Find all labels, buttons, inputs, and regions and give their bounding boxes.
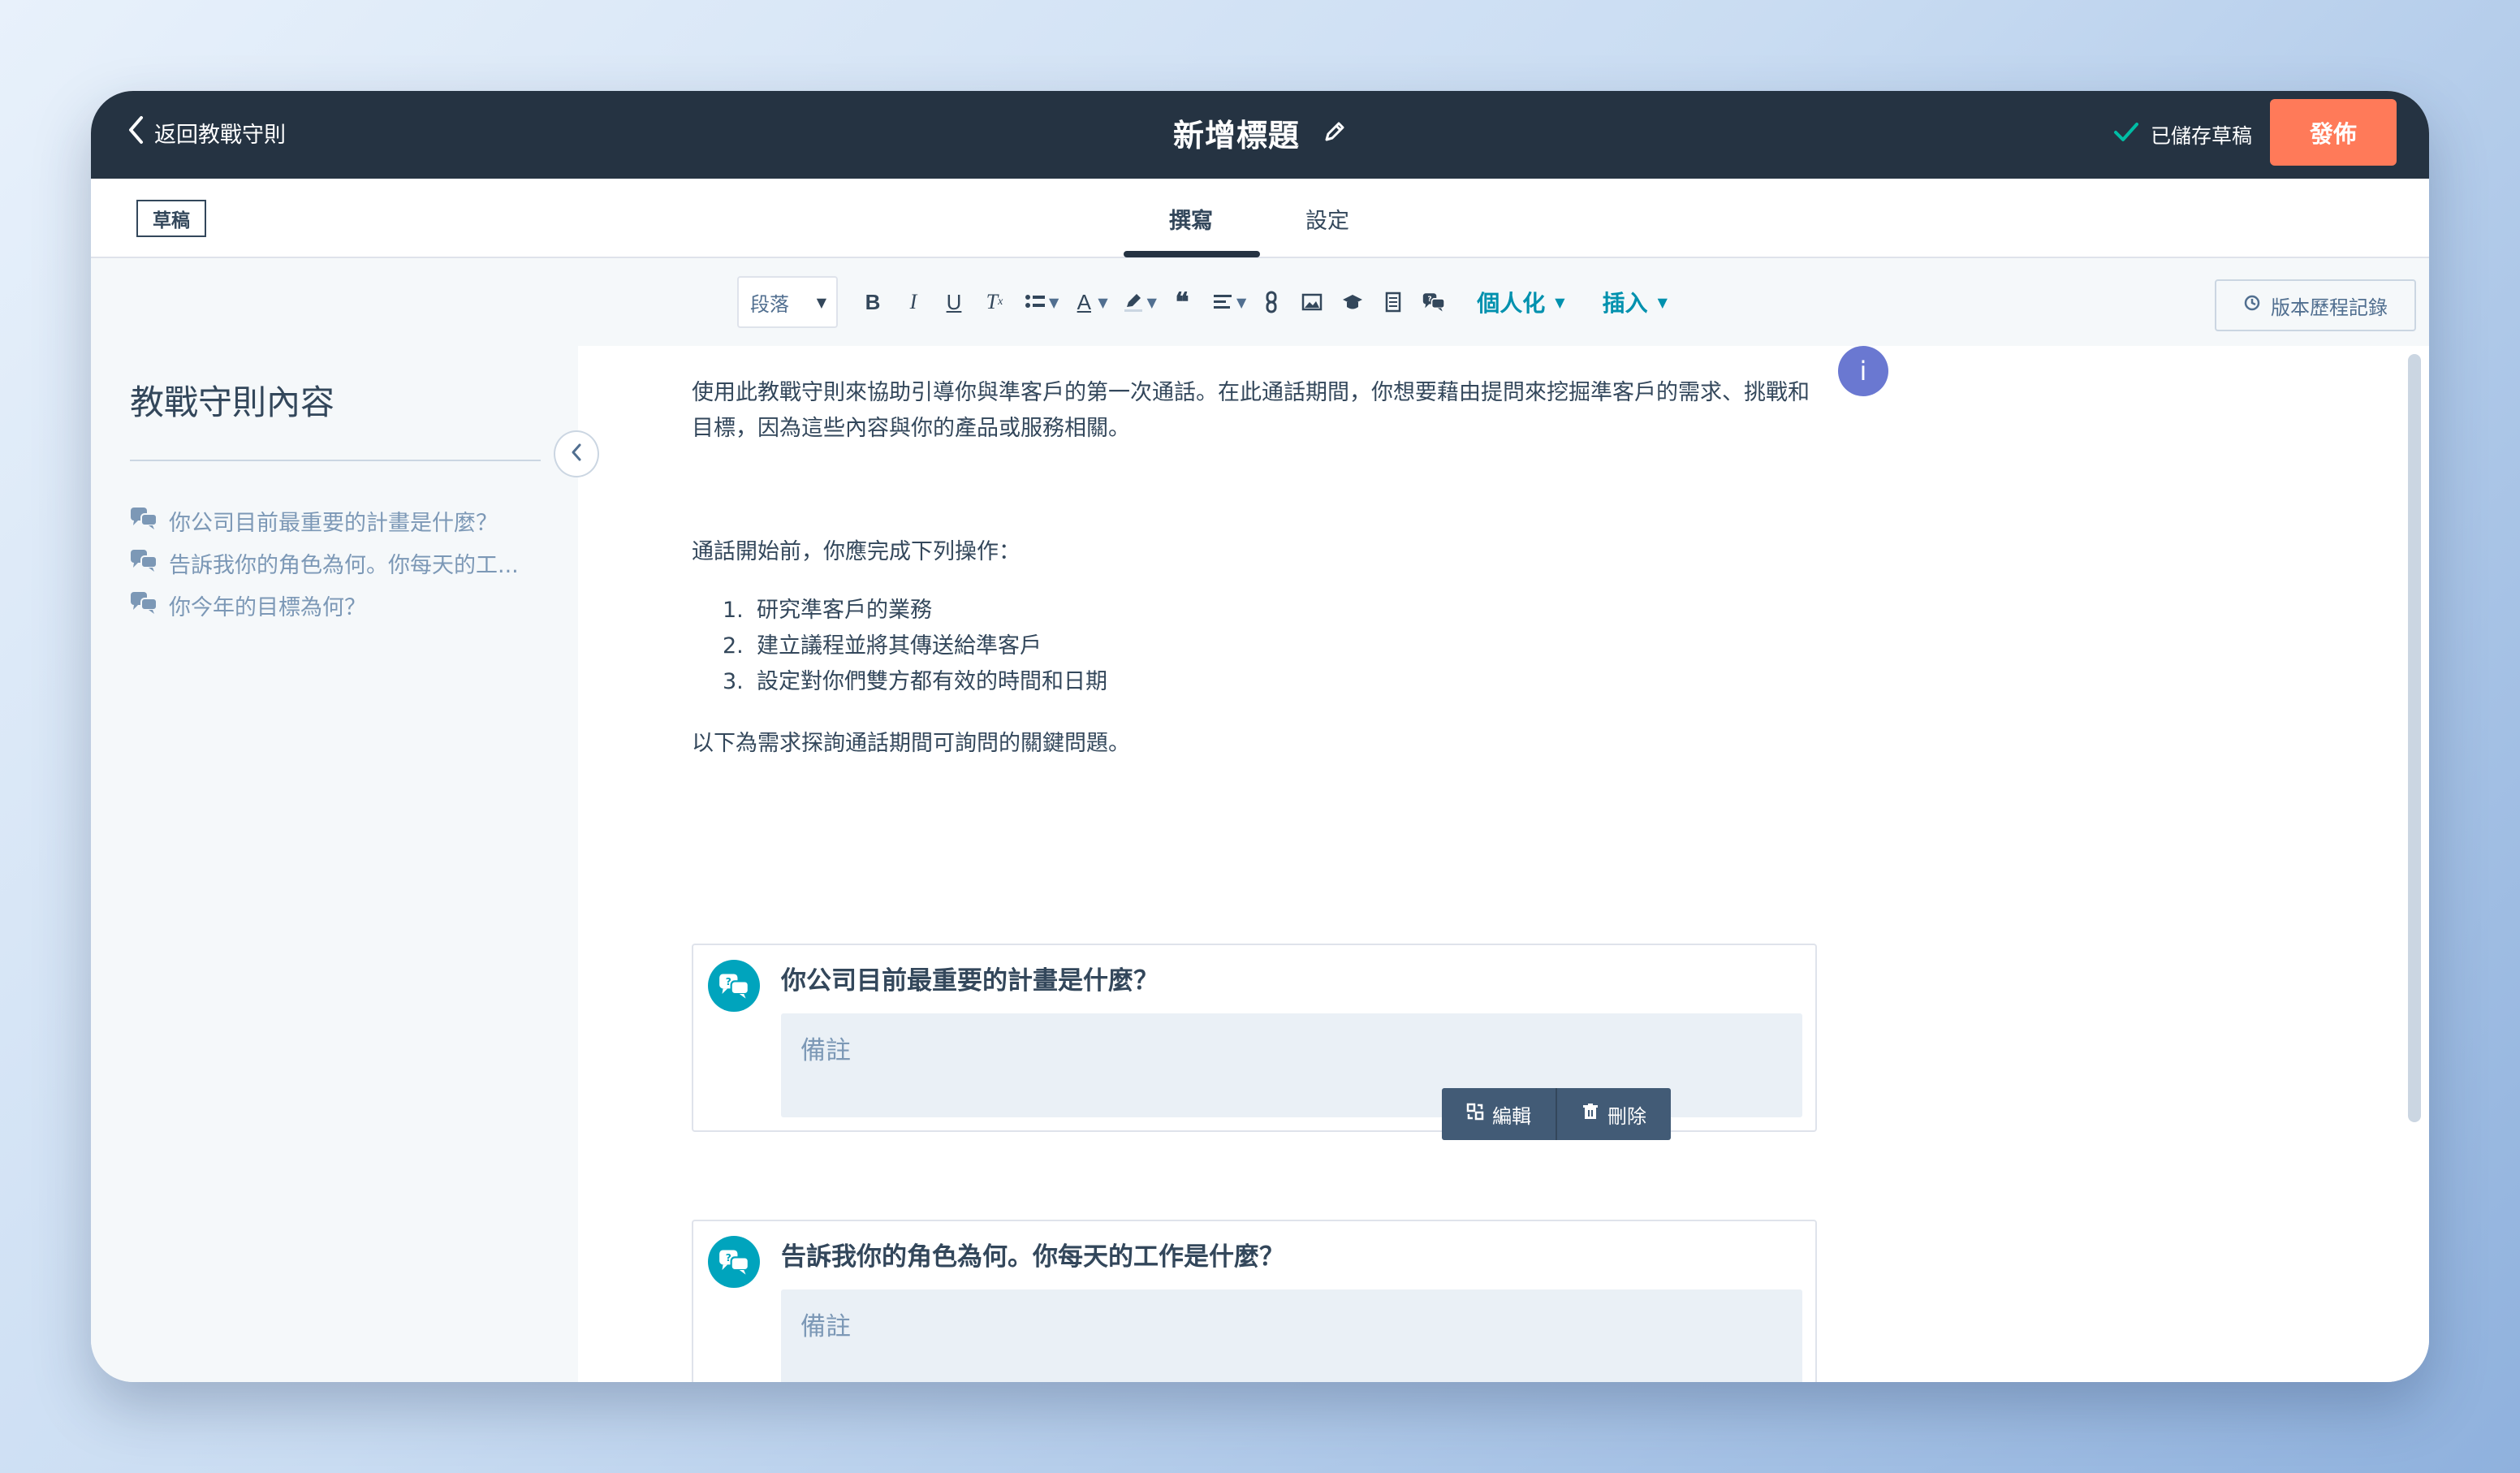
insert-menu[interactable]: 插入 ▼	[1603, 286, 1668, 318]
question-chat-icon	[130, 506, 158, 536]
caret-down-icon[interactable]: ▼	[1049, 295, 1059, 310]
delete-label: 刪除	[1607, 1104, 1646, 1128]
intro-paragraph: 使用此教戰守則來協助引導你與準客戶的第一次通話。在此通話期間，你想要藉由提問來挖…	[692, 380, 1810, 441]
app-window: 返回教戰守則 新增標題 已儲存草稿 發佈 草稿 撰寫 設定 段落 ▼ B I U…	[91, 91, 2429, 1382]
insert-label: 插入	[1602, 290, 1648, 317]
chevron-left-icon	[570, 443, 583, 465]
question-chat-icon	[130, 548, 158, 578]
paragraph-style-value: 段落	[750, 292, 789, 316]
sidebar-item-label: 告訴我你的角色為何。你每天的工...	[169, 553, 519, 578]
rich-text-toolbar: 段落 ▼ B I U Tx ▼ A ▼ ▼ ❝ ▼ ? 個人化 ▼ 插入 ▼	[737, 276, 1668, 328]
pencil-icon[interactable]	[1323, 119, 1347, 147]
playbook-outline-sidebar: 教戰守則內容 你公司目前最重要的計畫是什麼？ 告訴我你的角色為何。你每天的工..…	[91, 346, 578, 1382]
caret-down-icon: ▼	[1555, 294, 1565, 310]
underline-icon[interactable]: U	[934, 282, 974, 322]
graduation-cap-icon[interactable]	[1332, 282, 1373, 322]
sidebar-item-label: 你今年的目標為何？	[169, 595, 366, 620]
link-icon[interactable]	[1251, 282, 1292, 322]
svg-text:?: ?	[1428, 296, 1432, 304]
key-questions-paragraph: 以下為需求探詢通話期間可詢問的關鍵問題。	[692, 731, 1130, 756]
info-icon[interactable]: i	[1838, 346, 1888, 396]
tab-write[interactable]: 撰寫	[1169, 203, 1213, 235]
editor-canvas[interactable]: i 使用此教戰守則來協助引導你與準客戶的第一次通話。在此通話期間，你想要藉由提問…	[578, 346, 2429, 1382]
notes-field[interactable]: 備註	[781, 1289, 1802, 1382]
publish-button[interactable]: 發佈	[2270, 99, 2397, 166]
list-text: 建立議程並將其傳送給準客戶	[757, 633, 1042, 659]
question-card[interactable]: ? 告訴我你的角色為何。你每天的工作是什麼？ 備註	[692, 1220, 1817, 1382]
paragraph-style-select[interactable]: 段落 ▼	[737, 276, 838, 328]
steps-list: 1. 研究準客戶的業務 2. 建立議程並將其傳送給準客戶 3. 設定對你們雙方都…	[692, 593, 1815, 700]
page-title[interactable]: 新增標題	[1173, 110, 1300, 155]
delete-button[interactable]: 刪除	[1556, 1088, 1671, 1140]
list-number: 2.	[723, 633, 744, 659]
editor-content[interactable]: 使用此教戰守則來協助引導你與準客戶的第一次通話。在此通話期間，你想要藉由提問來挖…	[692, 375, 1815, 762]
question-chat-icon	[130, 590, 158, 620]
top-bar: 返回教戰守則 新增標題 已儲存草稿 發佈	[91, 91, 2429, 179]
sidebar-divider	[130, 460, 541, 461]
question-actions-toolbar: 編輯 刪除	[1442, 1088, 1671, 1140]
sidebar-item-label: 你公司目前最重要的計畫是什麼？	[169, 511, 498, 536]
edit-label: 編輯	[1492, 1104, 1531, 1128]
caret-down-icon: ▼	[816, 294, 826, 310]
personalize-menu[interactable]: 個人化 ▼	[1477, 286, 1564, 318]
tab-settings[interactable]: 設定	[1305, 203, 1349, 235]
edit-icon	[1466, 1103, 1484, 1125]
status-badge: 草稿	[136, 200, 206, 237]
list-item: 2. 建立議程並將其傳送給準客戶	[692, 629, 1815, 664]
before-call-paragraph: 通話開始前，你應完成下列操作：	[692, 539, 1021, 564]
save-status: 已儲存草稿	[2113, 120, 2252, 149]
svg-text:?: ?	[726, 1252, 731, 1263]
question-chat-icon: ?	[708, 1236, 760, 1288]
version-history-label: 版本歷程記錄	[2271, 296, 2388, 319]
save-status-label: 已儲存草稿	[2150, 124, 2252, 148]
italic-icon[interactable]: I	[893, 282, 934, 322]
version-history-button[interactable]: 版本歷程記錄	[2215, 279, 2416, 331]
sidebar-item-question-2[interactable]: 告訴我你的角色為何。你每天的工...	[130, 547, 519, 579]
tab-bar: 草稿 撰寫 設定	[91, 179, 2429, 258]
sidebar-item-question-3[interactable]: 你今年的目標為何？	[130, 590, 366, 621]
list-number: 3.	[723, 669, 744, 694]
image-icon[interactable]	[1292, 282, 1332, 322]
sidebar-item-question-1[interactable]: 你公司目前最重要的計畫是什麼？	[130, 505, 498, 537]
edit-button[interactable]: 編輯	[1442, 1088, 1556, 1140]
question-chat-icon[interactable]: ?	[1413, 282, 1454, 322]
list-item: 3. 設定對你們雙方都有效的時間和日期	[692, 664, 1815, 700]
blockquote-icon[interactable]: ❝	[1162, 282, 1202, 322]
active-tab-indicator	[1124, 251, 1260, 257]
question-chat-icon: ?	[708, 960, 760, 1012]
caret-down-icon[interactable]: ▼	[1098, 295, 1107, 310]
personalize-label: 個人化	[1477, 290, 1546, 317]
question-text: 告訴我你的角色為何。你每天的工作是什麼？	[781, 1242, 1284, 1272]
list-item: 1. 研究準客戶的業務	[692, 593, 1815, 629]
caret-down-icon[interactable]: ▼	[1236, 295, 1246, 310]
question-text: 你公司目前最重要的計畫是什麼？	[781, 966, 1159, 996]
collapse-sidebar-button[interactable]	[554, 430, 599, 477]
history-icon	[2243, 294, 2261, 317]
list-text: 設定對你們雙方都有效的時間和日期	[757, 669, 1107, 694]
caret-down-icon: ▼	[1657, 294, 1668, 310]
list-text: 研究準客戶的業務	[757, 598, 932, 623]
trash-icon	[1581, 1103, 1599, 1125]
svg-text:?: ?	[726, 976, 731, 987]
editor-toolbar-row: 段落 ▼ B I U Tx ▼ A ▼ ▼ ❝ ▼ ? 個人化 ▼ 插入 ▼ 版…	[91, 258, 2429, 346]
check-icon	[2113, 121, 2139, 149]
clear-format-icon[interactable]: Tx	[974, 282, 1015, 322]
document-icon[interactable]	[1373, 282, 1413, 322]
list-number: 1.	[723, 598, 744, 623]
editor-scrollbar[interactable]	[2408, 354, 2421, 1122]
bold-icon[interactable]: B	[852, 282, 893, 322]
caret-down-icon[interactable]: ▼	[1147, 295, 1157, 310]
sidebar-title: 教戰守則內容	[130, 382, 335, 422]
